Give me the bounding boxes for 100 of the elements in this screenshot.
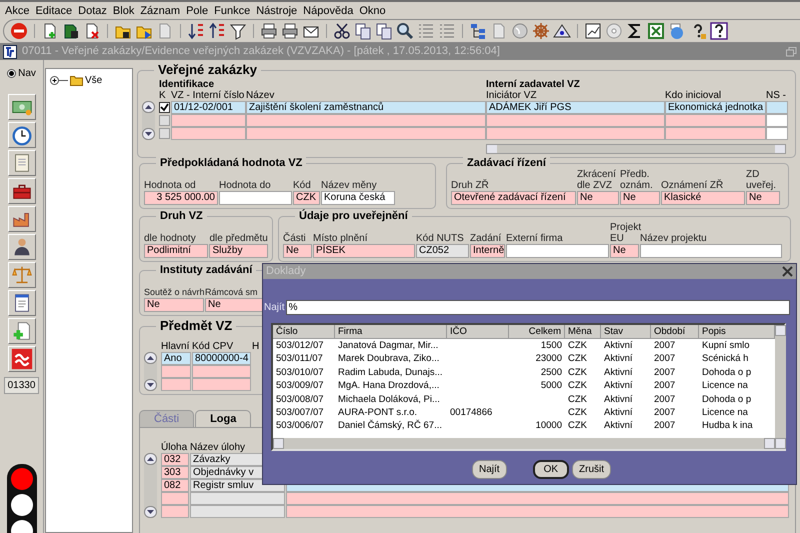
scroll-up-button[interactable] [142, 101, 155, 113]
menu-item[interactable]: Dotaz [75, 4, 110, 18]
hierarchy-icon[interactable] [469, 22, 487, 40]
input-field[interactable] [486, 114, 665, 127]
input-field[interactable] [766, 101, 788, 114]
input-field[interactable] [665, 114, 766, 127]
scroll-down-button[interactable] [142, 128, 155, 140]
triangle-icon[interactable] [553, 22, 571, 40]
input-field[interactable] [286, 492, 789, 505]
input-field[interactable] [190, 505, 285, 518]
tab[interactable]: Loga [195, 410, 252, 427]
toolbox-icon[interactable] [8, 178, 36, 204]
input-field[interactable] [192, 378, 251, 391]
document-icon[interactable] [8, 290, 36, 316]
wave-logo-icon[interactable] [8, 346, 36, 372]
scroll-up-button[interactable] [144, 453, 157, 465]
menu-item[interactable]: Nástroje [253, 4, 300, 18]
input-field[interactable]: Ne [610, 244, 639, 258]
banknote-icon[interactable] [8, 94, 36, 120]
input-field[interactable] [161, 365, 191, 378]
input-field[interactable] [766, 114, 788, 127]
input-field[interactable]: Služby [209, 244, 268, 258]
copy-icon[interactable] [354, 22, 372, 40]
column-header[interactable]: Popis [699, 325, 775, 339]
input-field[interactable]: Ne [577, 191, 619, 205]
input-field[interactable]: Klasické [661, 191, 745, 205]
input-field[interactable]: Zajištění školení zaměstnanců [246, 101, 486, 114]
input-field[interactable]: 082 [161, 479, 189, 492]
globe-icon[interactable] [511, 22, 529, 40]
search-field[interactable]: % [286, 300, 790, 315]
column-header[interactable]: Celkem [509, 325, 565, 339]
input-field[interactable]: 032 [161, 453, 189, 466]
input-field[interactable]: PÍSEK [313, 244, 415, 258]
copy-icon[interactable] [375, 22, 393, 40]
horizontal-scrollbar[interactable] [273, 438, 775, 449]
dialog-button[interactable]: Najít [472, 460, 507, 479]
sort-icon[interactable] [208, 22, 226, 40]
input-field[interactable] [640, 244, 782, 258]
scroll-down-button[interactable] [144, 379, 157, 391]
input-field[interactable] [171, 127, 246, 140]
search-icon[interactable] [396, 22, 414, 40]
spreadsheet-icon[interactable] [647, 22, 665, 40]
input-field[interactable]: Podlimitní [144, 244, 208, 258]
input-field[interactable]: Ne [144, 298, 204, 312]
close-button[interactable] [782, 266, 793, 277]
input-field[interactable] [246, 114, 486, 127]
document-icon[interactable] [62, 22, 80, 40]
input-field[interactable] [192, 365, 251, 378]
input-field[interactable]: 01/12-02/001 [171, 101, 246, 114]
person-icon[interactable] [8, 234, 36, 260]
input-field[interactable]: ADÁMEK Jiří PGS [486, 101, 665, 114]
menu-item[interactable]: Nápověda [300, 4, 356, 18]
input-field[interactable]: Interně [470, 244, 505, 258]
input-field[interactable] [665, 127, 766, 140]
input-field[interactable]: Koruna česká [321, 191, 395, 205]
column-header[interactable]: Číslo [273, 325, 335, 339]
input-field[interactable] [161, 492, 189, 505]
input-field[interactable] [286, 505, 789, 518]
stop-icon[interactable] [10, 22, 28, 40]
scroll-down-button[interactable] [144, 506, 157, 518]
tree-item[interactable]: Vše [85, 73, 102, 88]
notebook-icon[interactable] [8, 150, 36, 176]
vertical-scrollbar[interactable] [775, 325, 786, 449]
checkbox[interactable] [159, 102, 170, 113]
input-field[interactable]: CZ052 [416, 244, 469, 258]
input-field[interactable]: Ne [283, 244, 312, 258]
input-field[interactable]: Ano [161, 352, 191, 365]
expand-icon[interactable] [50, 76, 68, 85]
printer-icon[interactable] [260, 22, 278, 40]
input-field[interactable] [190, 492, 285, 505]
chart-icon[interactable] [584, 22, 602, 40]
sort-icon[interactable] [187, 22, 205, 40]
input-field[interactable]: 80000000-4 [192, 352, 251, 365]
document-plus-icon[interactable] [8, 318, 36, 344]
filter-icon[interactable] [229, 22, 247, 40]
checkbox[interactable] [159, 115, 170, 126]
printer-icon[interactable] [281, 22, 299, 40]
column-header[interactable]: IČO [447, 325, 509, 339]
input-field[interactable] [161, 505, 189, 518]
dialog-button[interactable]: OK [532, 460, 570, 479]
help-icon[interactable] [710, 22, 728, 40]
scissors-icon[interactable] [333, 22, 351, 40]
column-header[interactable]: Stav [601, 325, 651, 339]
input-field[interactable] [219, 191, 292, 205]
clock-icon[interactable] [8, 122, 36, 148]
menu-item[interactable]: Pole [183, 4, 212, 18]
column-header[interactable]: Měna [565, 325, 601, 339]
menu-item[interactable]: Blok [110, 4, 138, 18]
input-field[interactable]: 303 [161, 466, 189, 479]
column-header[interactable]: Firma [335, 325, 447, 339]
menu-item[interactable]: Okno [356, 4, 389, 18]
input-field[interactable] [171, 114, 246, 127]
menu-item[interactable]: Akce [2, 4, 32, 18]
scroll-up-button[interactable] [144, 352, 157, 364]
list-icon[interactable] [438, 22, 456, 40]
input-field[interactable] [486, 127, 665, 140]
input-field[interactable]: Ne [746, 191, 780, 205]
column-header[interactable]: Období [651, 325, 699, 339]
input-field[interactable]: CZK [293, 191, 320, 205]
menu-item[interactable]: Záznam [137, 4, 184, 18]
